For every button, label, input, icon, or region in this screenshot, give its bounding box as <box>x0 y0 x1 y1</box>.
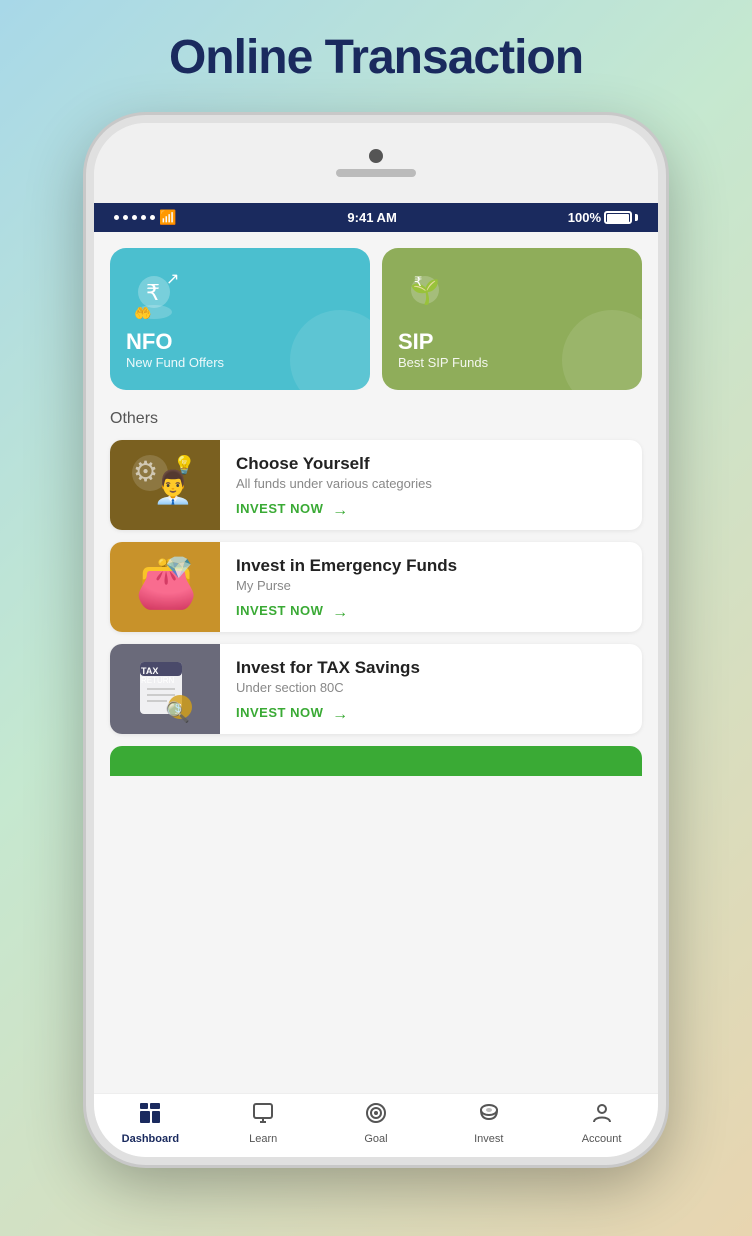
choose-yourself-item[interactable]: ⚙ 👨‍💼 💡 Choose Yourself All funds under … <box>110 440 642 530</box>
nfo-title: NFO <box>126 329 172 355</box>
volume-button <box>86 303 88 353</box>
nav-dashboard[interactable]: Dashboard <box>120 1102 180 1145</box>
wifi-icon: 📶 <box>159 209 176 226</box>
invest-label: Invest <box>474 1133 503 1145</box>
learn-label: Learn <box>249 1133 277 1145</box>
status-time: 9:41 AM <box>347 210 396 225</box>
account-label: Account <box>582 1133 622 1145</box>
tax-savings-subtitle: Under section 80C <box>236 680 626 695</box>
signal-dot <box>150 215 155 220</box>
account-icon <box>591 1102 613 1130</box>
nav-goal[interactable]: Goal <box>346 1102 406 1145</box>
choose-yourself-body: Choose Yourself All funds under various … <box>220 440 642 530</box>
battery-tip <box>635 214 638 221</box>
signal-dot <box>141 215 146 220</box>
nav-learn[interactable]: Learn <box>233 1102 293 1145</box>
emergency-funds-item[interactable]: 👛 💎 Invest in Emergency Funds My Purse I… <box>110 542 642 632</box>
svg-text:₹: ₹ <box>146 280 160 305</box>
battery-bar <box>604 211 632 224</box>
status-left: 📶 <box>114 209 176 226</box>
phone-screen: 📶 9:41 AM 100% ₹ <box>94 203 658 1157</box>
nav-account[interactable]: Account <box>572 1102 632 1145</box>
dashboard-label: Dashboard <box>122 1133 179 1145</box>
bottom-nav: Dashboard Learn <box>94 1093 658 1157</box>
svg-text:💡: 💡 <box>173 454 195 475</box>
signal-dot <box>123 215 128 220</box>
tax-savings-title: Invest for TAX Savings <box>236 658 626 678</box>
tax-savings-body: Invest for TAX Savings Under section 80C… <box>220 644 642 734</box>
emergency-funds-body: Invest in Emergency Funds My Purse INVES… <box>220 542 642 632</box>
battery-percent: 100% <box>568 210 601 225</box>
dashboard-icon <box>139 1102 161 1130</box>
nfo-card[interactable]: ₹ 🤲 ↗ NFO New Fund Offers <box>110 248 370 390</box>
goal-icon <box>365 1102 387 1130</box>
battery-indicator: 100% <box>568 210 638 225</box>
power-button <box>664 283 666 353</box>
earpiece <box>336 169 416 177</box>
tax-thumbnail: TAX RETURN $ 🔍 <box>110 644 220 734</box>
svg-text:↗: ↗ <box>166 271 179 288</box>
tax-savings-item[interactable]: TAX RETURN $ 🔍 Invest for TAX Savings Un… <box>110 644 642 734</box>
content-area: ₹ 🤲 ↗ NFO New Fund Offers <box>94 232 658 1093</box>
svg-text:RETURN: RETURN <box>141 676 175 685</box>
partial-card <box>110 746 642 776</box>
emergency-invest-button[interactable]: INVEST NOW <box>236 603 626 618</box>
goal-label: Goal <box>364 1133 387 1145</box>
emergency-funds-title: Invest in Emergency Funds <box>236 556 626 576</box>
sip-icon: 🌱 ₹ <box>398 268 453 323</box>
others-section-label: Others <box>110 410 642 428</box>
choose-yourself-subtitle: All funds under various categories <box>236 476 626 491</box>
sip-card[interactable]: 🌱 ₹ SIP Best SIP Funds <box>382 248 642 390</box>
signal-dot <box>114 215 119 220</box>
svg-text:₹: ₹ <box>414 274 422 289</box>
arrow-right-icon <box>329 502 351 516</box>
page-title: Online Transaction <box>169 30 583 85</box>
emergency-thumbnail: 👛 💎 <box>110 542 220 632</box>
svg-text:💎: 💎 <box>165 555 192 580</box>
status-bar: 📶 9:41 AM 100% <box>94 203 658 232</box>
emergency-funds-subtitle: My Purse <box>236 578 626 593</box>
invest-icon <box>478 1102 500 1130</box>
nav-invest[interactable]: Invest <box>459 1102 519 1145</box>
choose-yourself-thumbnail: ⚙ 👨‍💼 💡 <box>110 440 220 530</box>
learn-icon <box>252 1102 274 1130</box>
choose-yourself-invest-button[interactable]: INVEST NOW <box>236 501 626 516</box>
phone-shell: 📶 9:41 AM 100% ₹ <box>86 115 666 1165</box>
svg-text:🔍: 🔍 <box>165 699 190 724</box>
nfo-subtitle: New Fund Offers <box>126 355 224 370</box>
choose-yourself-title: Choose Yourself <box>236 454 626 474</box>
sip-title: SIP <box>398 329 433 355</box>
front-camera <box>369 149 383 163</box>
top-cards-row: ₹ 🤲 ↗ NFO New Fund Offers <box>110 248 642 390</box>
signal-dot <box>132 215 137 220</box>
arrow-right-icon <box>329 706 351 720</box>
sip-subtitle: Best SIP Funds <box>398 355 488 370</box>
phone-bezel-top <box>94 123 658 203</box>
arrow-right-icon <box>329 604 351 618</box>
nfo-icon: ₹ 🤲 ↗ <box>126 268 186 323</box>
svg-text:TAX: TAX <box>141 666 158 676</box>
tax-invest-button[interactable]: INVEST NOW <box>236 705 626 720</box>
svg-text:🤲: 🤲 <box>134 305 151 321</box>
